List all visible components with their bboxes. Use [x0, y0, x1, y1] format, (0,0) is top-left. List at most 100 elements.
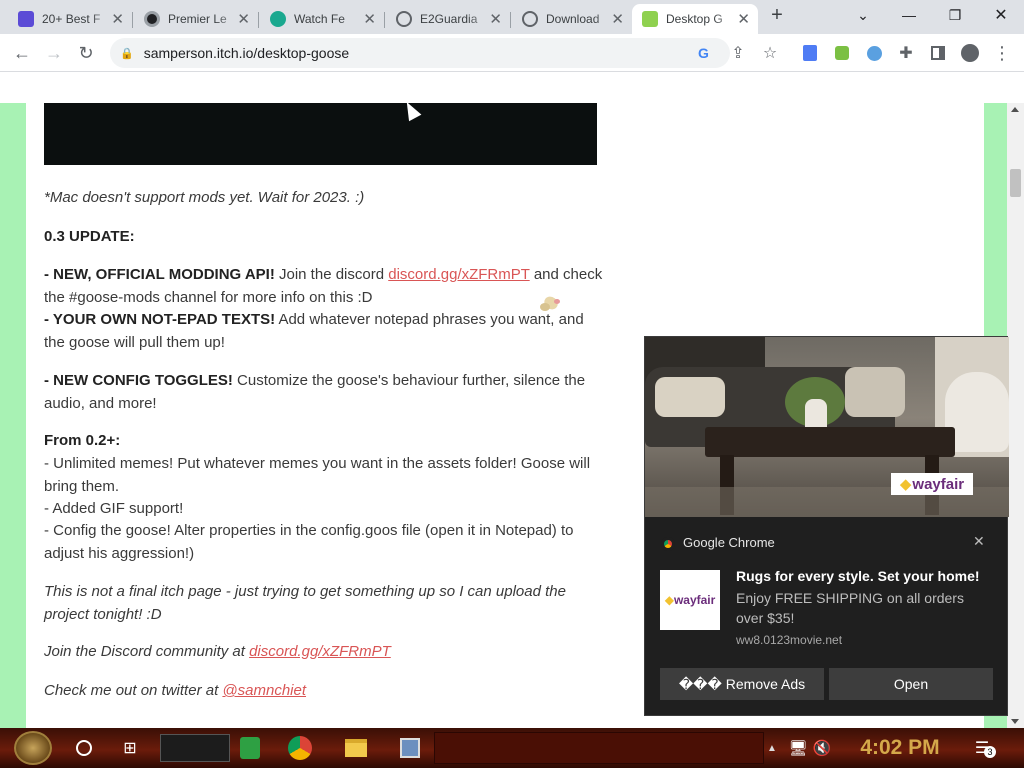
cortana-icon[interactable]: [70, 734, 98, 762]
back-icon[interactable]: ←: [10, 41, 34, 65]
notification-app-name: Google Chrome: [683, 535, 775, 550]
mac-note: *Mac doesn't support mods yet. Wait for …: [44, 189, 365, 206]
update-heading: 0.3 UPDATE:: [44, 228, 135, 245]
globe-icon: [522, 11, 538, 27]
open-button[interactable]: Open: [829, 668, 993, 700]
google-icon: G: [698, 45, 709, 61]
extension-notes-icon[interactable]: [798, 41, 822, 65]
close-tab-icon[interactable]: ✕: [489, 10, 502, 28]
new-tab-button[interactable]: +: [760, 0, 794, 30]
show-hidden-icons[interactable]: ▲: [764, 734, 780, 762]
tab-title: E2Guardia: [420, 12, 478, 26]
browser-toolbar: ← → ↻ 🔒 samperson.itch.io/desktop-goose …: [0, 34, 1024, 72]
discord-link-1[interactable]: discord.gg/xZFRmPT: [388, 266, 529, 283]
from-line-1: - Unlimited memes! Put whatever memes yo…: [44, 455, 591, 495]
update-item-texts: - YOUR OWN NOT-EPAD TEXTS! Add whatever …: [44, 309, 604, 354]
extension-shop-icon[interactable]: [830, 41, 854, 65]
task-view-icon[interactable]: ⊞: [116, 734, 144, 762]
tab-title: Premier Le: [168, 12, 227, 26]
brand-name: wayfair: [673, 593, 716, 607]
item-bold: - NEW CONFIG TOGGLES!: [44, 372, 233, 389]
scroll-up-icon[interactable]: [1011, 107, 1019, 112]
url-text: samperson.itch.io/desktop-goose: [143, 45, 350, 61]
twitter-line: Check me out on twitter at @samnchiet: [44, 680, 604, 703]
file-explorer-icon[interactable]: [342, 734, 370, 762]
discord-line: Join the Discord community at discord.gg…: [44, 641, 604, 664]
taskbar-empty-area: [434, 732, 764, 764]
scrollbar-thumb[interactable]: [1010, 169, 1021, 197]
item-text: Join the discord: [274, 266, 389, 283]
vertical-scrollbar[interactable]: [1007, 103, 1024, 728]
ad-logo-thumbnail: ◆ wayfair: [660, 570, 720, 630]
tab-1[interactable]: 20+ Best F ✕: [8, 4, 133, 34]
twitter-prefix: Check me out on twitter at: [44, 682, 223, 699]
tab-title: Desktop G: [666, 12, 723, 26]
reload-icon[interactable]: ↻: [74, 41, 98, 65]
from-line-3: - Config the goose! Alter properties in …: [44, 522, 574, 562]
tab-favicon-icon: [642, 11, 658, 27]
taskbar-search-box[interactable]: [160, 734, 230, 762]
share-icon[interactable]: ⇪: [726, 41, 750, 65]
close-tab-icon[interactable]: ✕: [111, 10, 124, 28]
notification-count-badge: 3: [984, 746, 996, 758]
update-item-modding: - NEW, OFFICIAL MODDING API! Join the di…: [44, 264, 604, 309]
scroll-down-icon[interactable]: [1011, 719, 1019, 724]
twitter-link[interactable]: @samnchiet: [222, 682, 306, 699]
media-embed[interactable]: [44, 103, 597, 165]
chrome-icon: [661, 537, 675, 551]
from-heading: From 0.2+:: [44, 432, 121, 449]
volume-muted-icon[interactable]: 🔇: [808, 734, 836, 762]
tab-4[interactable]: E2Guardia ✕: [386, 4, 511, 34]
tab-favicon-icon: [144, 11, 160, 27]
discord-prefix: Join the Discord community at: [44, 643, 250, 660]
close-tab-icon[interactable]: ✕: [611, 10, 624, 28]
side-panel-icon[interactable]: [926, 41, 950, 65]
windows-taskbar: ⊞ ▲ 🖥 🔇 4:02 PM ☰ 3: [0, 728, 1024, 768]
clock-time[interactable]: 4:02 PM: [840, 736, 960, 760]
tab-search-button[interactable]: ⌄: [840, 0, 886, 30]
notification-source: ww8.0123movie.net: [736, 633, 843, 647]
tab-favicon-icon: [270, 11, 286, 27]
ad-hero-image: ◆ wayfair: [645, 337, 1009, 517]
item-bold: - YOUR OWN NOT-EPAD TEXTS!: [44, 311, 276, 328]
lock-icon[interactable]: 🔒: [120, 47, 134, 60]
close-tab-icon[interactable]: ✕: [737, 10, 750, 28]
left-gutter: [0, 103, 26, 728]
update-item-config: - NEW CONFIG TOGGLES! Customize the goos…: [44, 370, 604, 415]
notes-app-icon[interactable]: [236, 734, 264, 762]
app-network-icon[interactable]: [396, 734, 424, 762]
address-bar[interactable]: 🔒 samperson.itch.io/desktop-goose G: [110, 38, 730, 68]
close-window-button[interactable]: ✕: [978, 0, 1024, 30]
brand-name: wayfair: [912, 475, 965, 493]
chrome-notification[interactable]: ◆ wayfair Google Chrome ✕ ◆ wayfair Rugs f…: [644, 336, 1009, 716]
extension-globe-icon[interactable]: [862, 41, 886, 65]
remove-ads-button[interactable]: ��� Remove Ads: [660, 668, 824, 700]
start-button[interactable]: [14, 731, 52, 765]
notification-title: Rugs for every style. Set your home!: [736, 568, 980, 584]
bookmark-star-icon[interactable]: ☆: [758, 41, 782, 65]
tab-3[interactable]: Watch Fe ✕: [260, 4, 385, 34]
chrome-taskbar-icon[interactable]: [286, 734, 314, 762]
goose-sprite: [538, 293, 564, 319]
minimize-button[interactable]: —: [886, 0, 932, 30]
discord-link-2[interactable]: discord.gg/xZFRmPT: [249, 643, 391, 660]
notification-body: Enjoy FREE SHIPPING on all orders over $…: [736, 590, 964, 626]
restore-button[interactable]: ❐: [932, 0, 978, 30]
profile-avatar-icon[interactable]: [958, 41, 982, 65]
chrome-menu-icon[interactable]: ⋮: [990, 41, 1014, 65]
tab-5[interactable]: Download ✕: [512, 4, 632, 34]
from-line-2: - Added GIF support!: [44, 500, 184, 517]
item-bold: - NEW, OFFICIAL MODDING API!: [44, 266, 275, 283]
close-tab-icon[interactable]: ✕: [237, 10, 250, 28]
tab-favicon-icon: [18, 11, 34, 27]
tab-title: 20+ Best F: [42, 12, 101, 26]
tab-2[interactable]: Premier Le ✕: [134, 4, 259, 34]
final-note: This is not a final itch page - just try…: [44, 583, 566, 623]
close-tab-icon[interactable]: ✕: [363, 10, 376, 28]
globe-icon: [396, 11, 412, 27]
close-notification-icon[interactable]: ✕: [973, 533, 985, 550]
tab-6-active[interactable]: Desktop G ✕: [632, 4, 758, 34]
forward-icon[interactable]: →: [42, 41, 66, 65]
wayfair-logo: ◆ wayfair: [891, 473, 973, 495]
extensions-puzzle-icon[interactable]: ✚: [894, 41, 918, 65]
